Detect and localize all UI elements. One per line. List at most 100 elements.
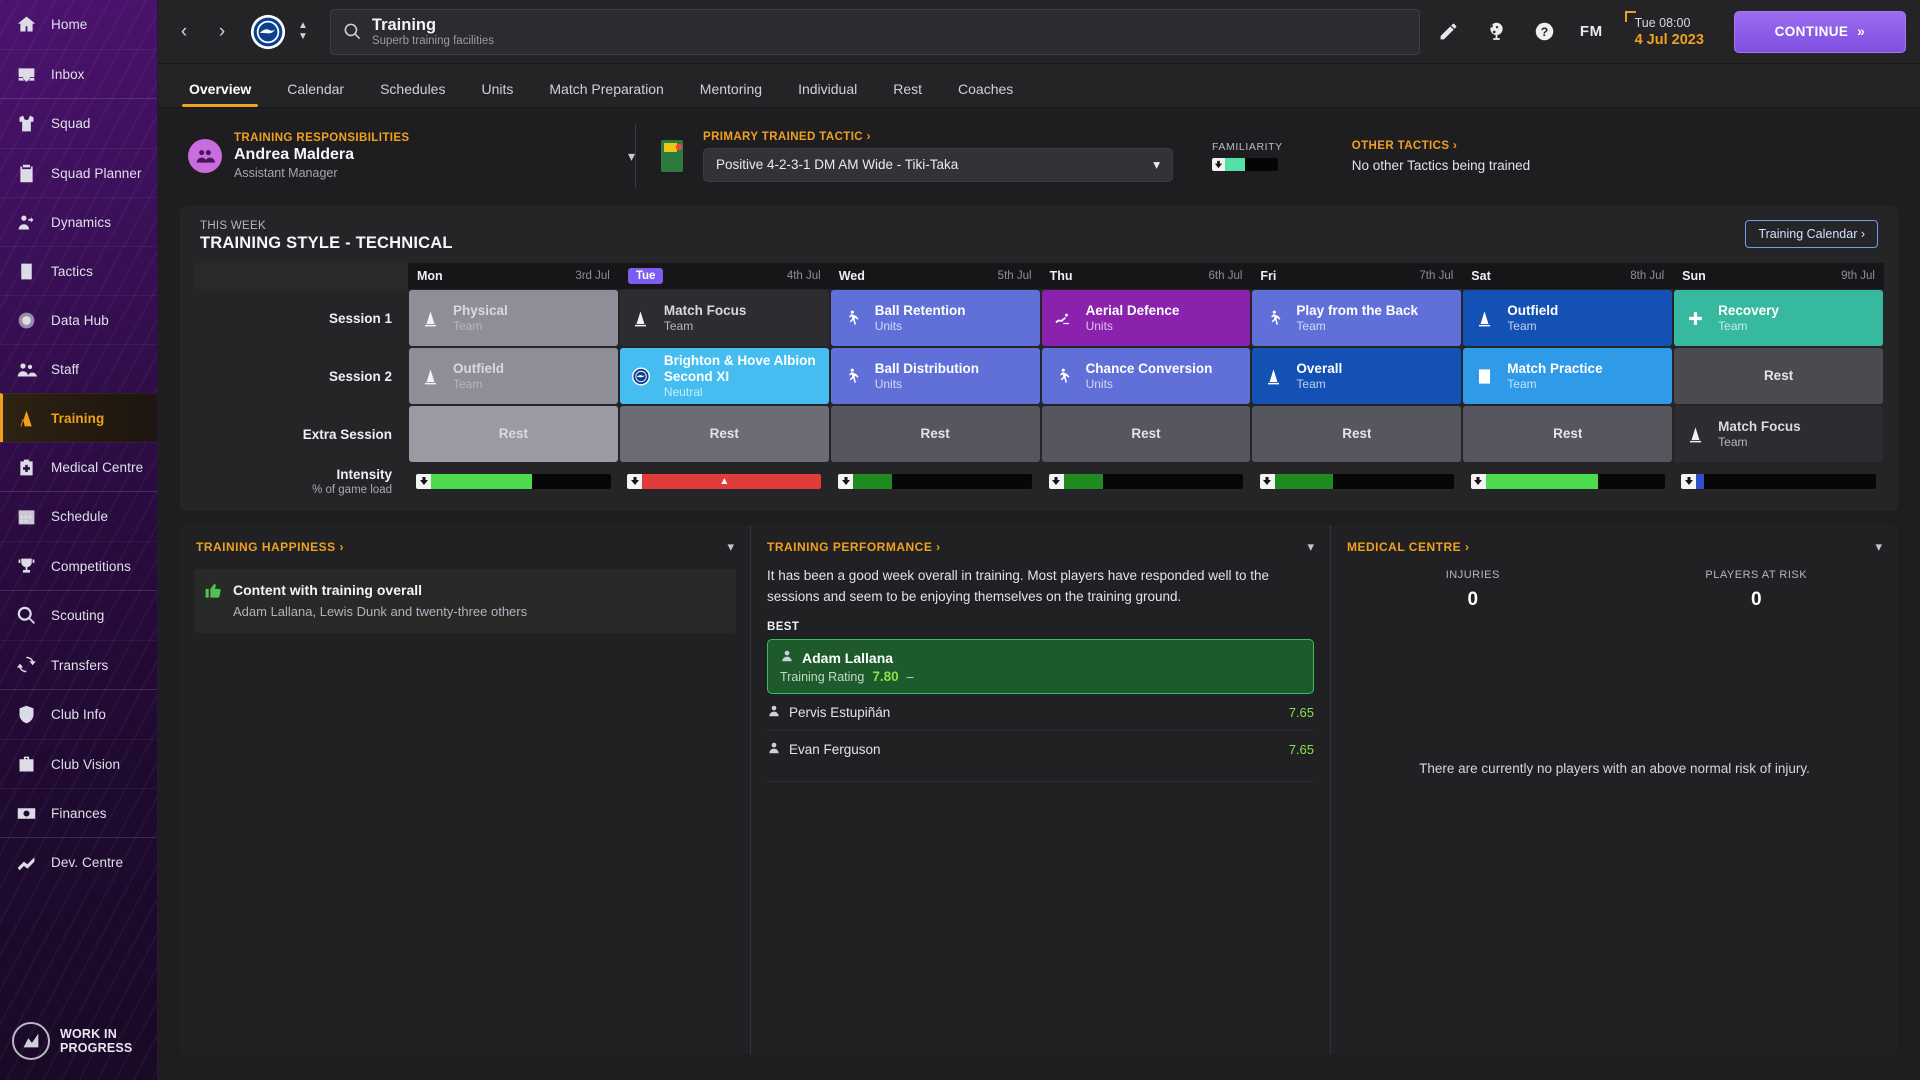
continue-button[interactable]: CONTINUE » <box>1733 10 1906 53</box>
day-name: Mon <box>417 269 443 283</box>
medical-centre-title[interactable]: MEDICAL CENTRE › <box>1347 540 1469 554</box>
session-name: Outfield <box>453 360 504 376</box>
intensity-bar[interactable] <box>838 473 1033 489</box>
sidebar-item-scouting[interactable]: Scouting <box>0 591 157 640</box>
sidebar-item-club-info[interactable]: Club Info <box>0 690 157 739</box>
sidebar-item-home[interactable]: Home <box>0 0 157 49</box>
player-icon <box>1050 367 1076 386</box>
other-tactics-label[interactable]: OTHER TACTICS › <box>1352 140 1530 152</box>
weekly-schedule-card: THIS WEEK TRAINING STYLE - TECHNICAL Tra… <box>180 206 1898 511</box>
sidebar-item-label: Data Hub <box>51 312 109 328</box>
help-icon[interactable]: ? <box>1526 13 1564 51</box>
session2-cell[interactable]: Overall Team <box>1252 348 1462 404</box>
pencil-icon[interactable] <box>1430 13 1468 51</box>
sidebar-item-dev-centre[interactable]: Dev. Centre <box>0 838 157 887</box>
extra-rest-cell[interactable]: Rest <box>619 406 829 462</box>
tab-individual[interactable]: Individual <box>781 81 874 107</box>
sidebar-item-inbox[interactable]: Inbox <box>0 49 157 98</box>
training-happiness-chevron-down-icon[interactable]: ▾ <box>727 539 734 555</box>
sidebar-item-squad[interactable]: Squad <box>0 99 157 148</box>
session2-cell[interactable]: Match Practice Team <box>1463 348 1673 404</box>
intensity-cell[interactable]: ▲ <box>620 464 829 498</box>
training-performance-chevron-down-icon[interactable]: ▾ <box>1307 539 1314 555</box>
sidebar-item-training[interactable]: Training <box>0 393 157 442</box>
extra-cell[interactable]: Match Focus Team <box>1674 406 1883 462</box>
sidebar-item-staff[interactable]: Staff <box>0 344 157 393</box>
session1-cell[interactable]: Aerial Defence Units <box>1041 290 1251 346</box>
intensity-cell[interactable] <box>1042 464 1251 498</box>
extra-rest-cell[interactable]: Rest <box>830 406 1040 462</box>
tab-units[interactable]: Units <box>464 81 530 107</box>
intensity-cell[interactable] <box>409 464 618 498</box>
tab-overview[interactable]: Overview <box>172 81 268 107</box>
tab-coaches[interactable]: Coaches <box>941 81 1030 107</box>
training-performance-title[interactable]: TRAINING PERFORMANCE › <box>767 540 941 554</box>
session2-cell[interactable]: Ball Distribution Units <box>830 348 1040 404</box>
session2-cell[interactable]: Chance Conversion Units <box>1041 348 1251 404</box>
session1-cell[interactable]: Physical Team <box>409 290 618 346</box>
search-input[interactable]: Training Superb training facilities <box>329 8 1420 55</box>
session1-cell[interactable]: Match Focus Team <box>619 290 829 346</box>
primary-tactic-label[interactable]: PRIMARY TRAINED TACTIC › <box>703 131 1173 143</box>
tab-calendar[interactable]: Calendar <box>270 81 361 107</box>
extra-rest-cell[interactable]: Rest <box>1041 406 1251 462</box>
session1-cell[interactable]: Ball Retention Units <box>830 290 1040 346</box>
extra-rest-cell[interactable]: Rest <box>1252 406 1462 462</box>
session2-cell[interactable]: Outfield Team <box>409 348 618 404</box>
intensity-bar[interactable]: ▲ <box>627 473 822 489</box>
sidebar-item-dynamics[interactable]: Dynamics <box>0 197 157 246</box>
session2-cell[interactable]: Brighton & Hove Albion Second XI Neutral <box>619 348 829 404</box>
club-badge-icon[interactable] <box>250 14 286 50</box>
sidebar-item-label: Training <box>51 410 105 426</box>
training-responsibilities[interactable]: TRAINING RESPONSIBILITIES Andrea Maldera… <box>180 118 635 194</box>
intensity-bar[interactable] <box>416 473 611 489</box>
intensity-cell[interactable] <box>831 464 1040 498</box>
performance-list-item[interactable]: Evan Ferguson 7.65 <box>767 730 1314 767</box>
intensity-marker-icon <box>838 473 854 489</box>
training-icon <box>14 406 38 430</box>
best-player-card[interactable]: Adam Lallana Training Rating 7.80 – <box>767 639 1314 694</box>
recovery-icon <box>1682 309 1708 328</box>
primary-tactic-select[interactable]: Positive 4-2-3-1 DM AM Wide - Tiki-Taka … <box>703 147 1173 182</box>
session2-rest-cell[interactable]: Rest <box>1674 348 1883 404</box>
extra-rest-cell[interactable]: Rest <box>1463 406 1673 462</box>
sidebar-item-squad-planner[interactable]: Squad Planner <box>0 148 157 197</box>
sidebar-item-transfers[interactable]: Transfers <box>0 640 157 689</box>
sidebar-item-competitions[interactable]: Competitions <box>0 541 157 590</box>
session1-cell[interactable]: Outfield Team <box>1463 290 1673 346</box>
performance-list-item[interactable]: Pervis Estupiñán 7.65 <box>767 694 1314 730</box>
intensity-cell[interactable] <box>1252 464 1461 498</box>
sidebar-group-5: Dev. Centre <box>0 837 157 887</box>
club-switch-stepper[interactable]: ▲ ▼ <box>298 21 308 42</box>
intensity-bar[interactable] <box>1681 473 1876 489</box>
sidebar-item-tactics[interactable]: Tactics <box>0 246 157 295</box>
session1-cell[interactable]: Play from the Back Team <box>1252 290 1462 346</box>
medical-centre-chevron-down-icon[interactable]: ▾ <box>1875 539 1882 555</box>
sidebar-item-schedule[interactable]: Schedule <box>0 492 157 541</box>
tab-schedules[interactable]: Schedules <box>363 81 462 107</box>
fm-logo[interactable]: FM <box>1574 23 1609 40</box>
globe-icon[interactable] <box>1478 13 1516 51</box>
intensity-cell[interactable] <box>1463 464 1672 498</box>
sidebar-item-finances[interactable]: Finances <box>0 788 157 837</box>
back-button[interactable]: ‹ <box>170 17 198 47</box>
training-calendar-button[interactable]: Training Calendar › <box>1745 220 1878 248</box>
sidebar-item-data-hub[interactable]: Data Hub <box>0 295 157 344</box>
session1-cell[interactable]: Recovery Team <box>1674 290 1883 346</box>
extra-rest-cell[interactable]: Rest <box>409 406 618 462</box>
intensity-bar[interactable] <box>1048 473 1244 489</box>
tab-match-preparation[interactable]: Match Preparation <box>532 81 680 107</box>
intensity-bar[interactable] <box>1259 473 1454 489</box>
training-happiness-title[interactable]: TRAINING HAPPINESS › <box>196 540 344 554</box>
intensity-bar[interactable] <box>1470 473 1665 489</box>
intensity-cell[interactable] <box>1674 464 1883 498</box>
sidebar-item-club-vision[interactable]: Club Vision <box>0 739 157 788</box>
forward-button[interactable]: › <box>208 17 236 47</box>
sidebar-item-medical-centre[interactable]: Medical Centre <box>0 442 157 491</box>
risk-value: 0 <box>1750 589 1762 610</box>
primary-tactic-value: Positive 4-2-3-1 DM AM Wide - Tiki-Taka <box>716 157 959 172</box>
tab-mentoring[interactable]: Mentoring <box>683 81 779 107</box>
happiness-row[interactable]: Content with training overall Adam Lalla… <box>194 569 736 633</box>
responsibilities-chevron-down-icon[interactable]: ▾ <box>628 148 635 165</box>
tab-rest[interactable]: Rest <box>876 81 939 107</box>
